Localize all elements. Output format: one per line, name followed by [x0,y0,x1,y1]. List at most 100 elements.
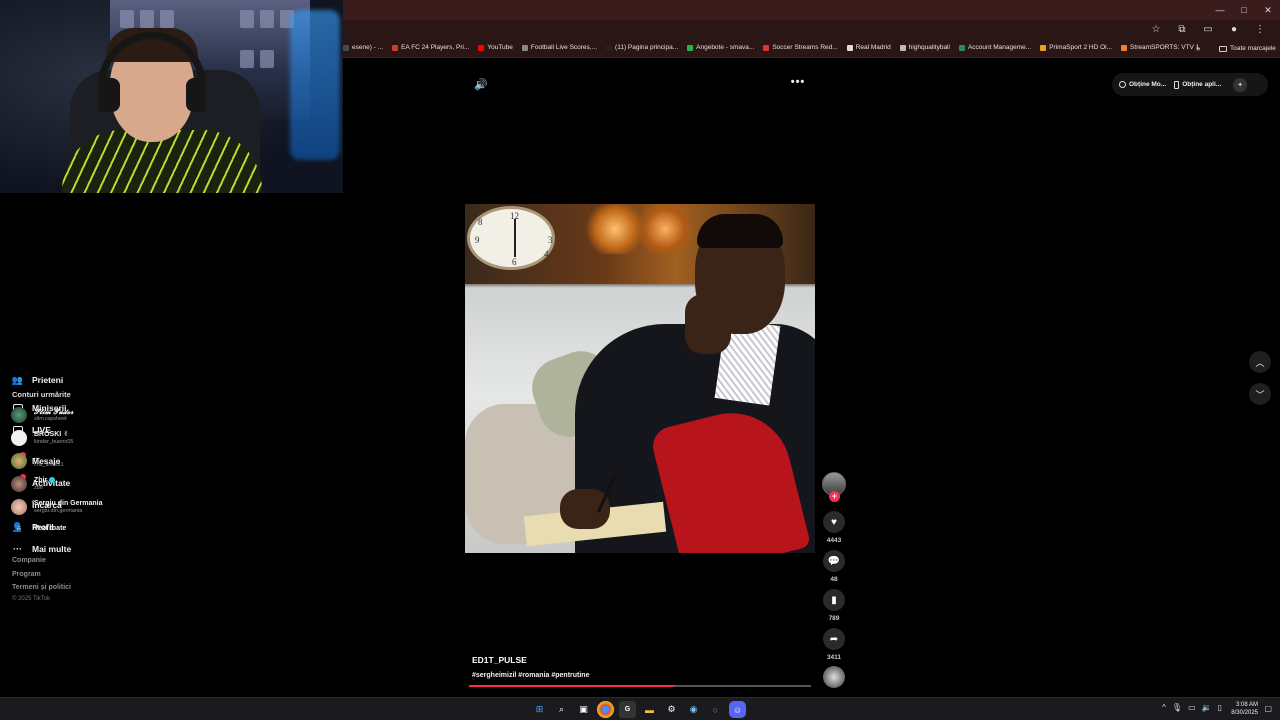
following-account[interactable]: 𝓢𝓵𝓲𝓶 𝓣𝓾𝓭𝓸𝓻 slim.rapsheet [11,407,73,423]
video-hashtags[interactable]: #sergheimizil #romania #pentrutine [472,672,589,679]
bookmark-favicon-icon [1040,44,1047,51]
account-handle: cris_tina631 [34,461,64,468]
bookmark-item[interactable]: Angebote - smava... [687,44,754,51]
get-app-button[interactable]: Obține apli... [1174,80,1222,89]
bookmark-item[interactable]: Account Manageme... [958,44,1032,51]
task-view-icon[interactable]: ▣ [575,701,592,718]
account-name: ... [34,453,40,461]
footer-link-program[interactable]: Program [12,571,41,578]
network-icon[interactable]: ▭ [1188,703,1196,712]
copyright-text: © 2025 TikTok [12,596,51,602]
bookmark-favicon-icon [899,44,906,51]
bookmark-item[interactable]: esene) - ... [343,44,383,51]
more-options-button[interactable]: ••• [789,76,807,90]
bookmark-favicon-icon [1121,44,1128,51]
following-account[interactable]: Zbir zbfr [11,476,56,492]
more-icon: ··· [13,544,22,554]
bookmarks-overflow-button[interactable]: » [1196,44,1200,53]
windows-start-icon[interactable]: ⊞ [531,701,548,718]
music-disc-icon[interactable] [823,666,845,688]
volume-icon[interactable]: 🔉 [1202,703,1212,712]
following-account[interactable]: ... cris_tina631 [11,453,64,469]
discord-icon[interactable]: ☺ [729,701,746,718]
bookmark-label: StreamSPORTS: VTV 1 [1130,44,1200,51]
bookmark-label: EA FC 24 Players, Pri... [401,44,470,51]
footer-link-company[interactable]: Companie [12,557,46,564]
follow-plus-button[interactable]: + [829,491,840,502]
window-controls: — □ ✕ [1208,0,1280,20]
steam-icon[interactable]: ◉ [685,701,702,718]
progress-fill [469,685,675,687]
bookmark-item[interactable]: Soccer Streams Red... [763,44,838,51]
close-button[interactable]: ✕ [1256,0,1280,20]
bookmark-star-icon[interactable]: ☆ [1150,24,1162,35]
cast-icon[interactable]: ▭ [1202,24,1214,35]
minimize-button[interactable]: — [1208,0,1232,20]
following-account[interactable]: Sergiu din Germania sergiu.din.germania [11,499,102,515]
profile-icon[interactable]: ● [1228,24,1240,35]
video-player[interactable]: 12 3 6 9 8 4 [465,204,815,553]
bookmark-item[interactable]: EA FC 24 Players, Pri... [392,44,469,51]
file-explorer-icon[interactable]: ▬ [641,701,658,718]
comment-button[interactable]: 💬 [823,550,845,572]
chevron-up-icon[interactable]: ^ [1162,703,1166,712]
bookmark-label: Football Live Scores,... [530,44,598,51]
clock-in-video: 12 3 6 9 8 4 [467,206,555,270]
account-handle: slim.rapsheet [34,415,67,422]
previous-video-button[interactable]: ︿ [1249,351,1271,373]
volume-icon[interactable]: 🔊 [474,78,488,92]
following-account[interactable]: BROSKI ✌ kinder_bueno05 [11,430,73,446]
avatar [11,407,27,423]
comment-count: 48 [830,576,838,583]
bookmark-item[interactable]: (11) Pagina principa... [606,44,678,51]
bookmark-item[interactable]: YouTube [478,44,513,51]
extensions-icon[interactable]: ⧉ [1176,24,1188,35]
bookmark-favicon-icon [343,44,349,51]
like-button[interactable]: ♥ [823,511,845,533]
all-bookmarks-button[interactable]: Toate marcajele [1219,45,1276,52]
share-count: 3411 [826,654,842,661]
bookmark-favicon-icon [392,44,399,51]
bookmark-item[interactable]: highqualityball [899,44,950,51]
all-bookmarks-label: Toate marcajele [1230,45,1276,52]
sidebar-item-friends[interactable]: 👥 Prieteni [12,373,63,387]
system-clock[interactable]: 3:08 AM 8/30/2025 [1231,701,1258,717]
app-icon[interactable]: G [619,701,636,718]
phone-icon [1174,80,1180,89]
search-icon[interactable]: ⌕ [553,701,570,718]
video-author-username[interactable]: ED1T_PULSE [472,655,527,665]
following-section-title: Conturi urmărite [12,390,71,399]
bookmark-item[interactable]: Real Madrid [846,44,891,51]
webcam-overlay [0,0,343,193]
chevron-up-icon: ︿ [1255,357,1265,368]
sidebar-item-more[interactable]: ··· Mai multe [12,542,71,556]
video-progress-bar[interactable] [469,685,811,687]
get-coins-button[interactable]: Obține Mo... [1119,81,1166,88]
share-button[interactable]: ➦ [823,628,845,650]
microphone-icon[interactable]: 🎙 [1172,703,1182,712]
account-handle: zbfr [34,484,44,491]
bookmark-item[interactable]: Football Live Scores,... [521,44,598,51]
avatar [11,499,27,515]
app-circle-icon[interactable]: ○ [707,701,724,718]
bookmark-label: Angebote - smava... [696,44,755,51]
menu-icon[interactable]: ⋮ [1254,24,1266,35]
get-app-label: Obține apli... [1182,81,1222,88]
account-name: 𝓢𝓵𝓲𝓶 𝓣𝓾𝓭𝓸𝓻 [34,406,74,416]
chrome-icon[interactable] [597,701,614,718]
maximize-button[interactable]: □ [1232,0,1256,20]
bookmark-item[interactable]: PrimaSport 2 HD Ol... [1040,44,1112,51]
bookmark-label: Account Manageme... [967,44,1032,51]
battery-icon[interactable]: ▯ [1218,703,1222,712]
user-avatar[interactable]: ✦ [1233,77,1248,92]
see-all-following-button[interactable]: ≡ Vezi toate [11,524,67,533]
bookmark-label: YouTube [487,44,513,51]
save-button[interactable]: ▮ [823,589,845,611]
bookmark-favicon-icon [521,44,528,51]
next-video-button[interactable]: ﹀ [1249,383,1271,405]
bookmark-label: PrimaSport 2 HD Ol... [1049,44,1113,51]
bookmark-item[interactable]: StreamSPORTS: VTV 1 [1121,44,1199,51]
notification-icon[interactable]: ▢ [1264,704,1272,713]
settings-icon[interactable]: ⚙ [663,701,680,718]
footer-link-terms[interactable]: Termeni și politici [12,584,71,591]
